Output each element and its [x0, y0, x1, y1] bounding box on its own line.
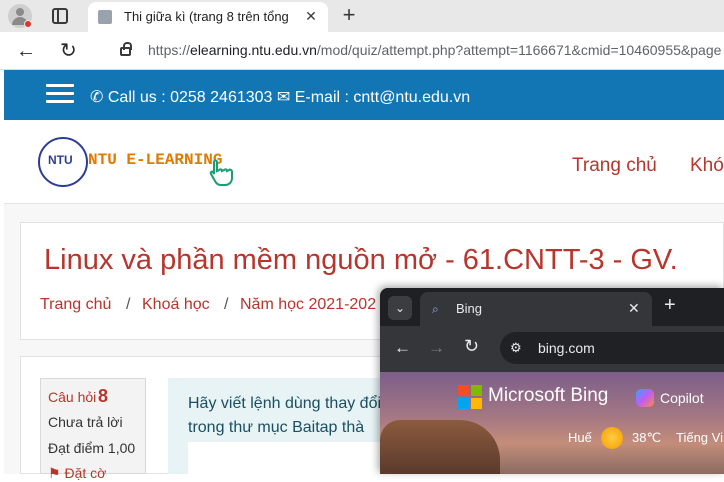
menu-hamburger-icon[interactable] [46, 84, 74, 104]
forward-arrow-icon[interactable]: → [428, 338, 445, 358]
phone-icon: ✆ [90, 89, 108, 106]
reload-icon[interactable]: ↻ [60, 38, 77, 63]
breadcrumb-home[interactable]: Trang chủ [40, 296, 111, 314]
answer-input[interactable] [188, 442, 388, 474]
close-tab-icon[interactable]: ✕ [302, 7, 320, 25]
breadcrumb-separator: / [126, 296, 131, 313]
breadcrumb-separator: / [224, 296, 229, 313]
logo-caption[interactable]: NTU E-LEARNING [88, 151, 222, 169]
breadcrumb-year[interactable]: Năm học 2021-202 [240, 296, 380, 314]
profile-avatar-icon[interactable] [8, 4, 32, 28]
chrome-toolbar: ← → ↻ ⚙ bing.com [380, 326, 724, 372]
question-state: Chưa trả lời [48, 414, 123, 430]
question-grade: Đạt điểm 1,00 [48, 440, 136, 456]
browser-toolbar: ← ↻ https://elearning.ntu.edu.vn/mod/qui… [0, 32, 724, 70]
favicon-icon [98, 10, 112, 24]
logo-initials: NTU [48, 153, 73, 167]
rock-formation-image [380, 420, 500, 474]
reload-icon[interactable]: ↻ [464, 336, 479, 357]
new-tab-button[interactable]: + [664, 294, 676, 317]
address-bar[interactable]: https://elearning.ntu.edu.vn/mod/quiz/at… [148, 42, 724, 58]
pointing-hand-icon [209, 159, 233, 186]
url-scheme: https:// [148, 42, 191, 58]
copilot-link[interactable]: Copilot [660, 390, 704, 406]
url-domain: elearning.ntu.edu.vn [190, 42, 317, 58]
language-link[interactable]: Tiếng Vi [676, 430, 723, 445]
bing-brand[interactable]: Microsoft Bing [488, 385, 608, 407]
microsoft-logo-icon[interactable] [458, 385, 482, 409]
flag-icon: ⚑ [48, 465, 65, 481]
weather-city[interactable]: Huế [568, 430, 592, 445]
course-title: Linux và phần mềm nguồn mở - 61.CNTT-3 -… [44, 244, 678, 276]
chrome-window: ⌄ ⌕ Bing ✕ + ← → ↻ ⚙ bing.com [380, 288, 724, 474]
tab-actions-icon[interactable] [52, 8, 68, 24]
tab-title: Thi giữa kì (trang 8 trên tổng số 3 [124, 9, 292, 24]
weather-temperature[interactable]: 38℃ [632, 430, 661, 446]
search-icon: ⌕ [432, 302, 439, 316]
nav-link-courses[interactable]: Khó [690, 155, 724, 177]
nav-link-home[interactable]: Trang chủ [572, 155, 657, 177]
chrome-tab-bing[interactable]: ⌕ Bing ✕ [420, 292, 652, 326]
chrome-tab-strip: ⌄ ⌕ Bing ✕ + [380, 288, 724, 326]
contact-text: Call us : 0258 2461303 ✉ E-mail : cntt@n… [107, 89, 471, 106]
lock-icon[interactable] [120, 42, 132, 56]
browser-tab-strip: Thi giữa kì (trang 8 trên tổng số 3 ✕ + [0, 0, 724, 32]
question-number-label: Câu hỏi [48, 389, 97, 405]
copilot-icon[interactable] [636, 389, 654, 407]
tab-search-chevron-icon[interactable]: ⌄ [388, 296, 412, 320]
browser-tab-quiz[interactable]: Thi giữa kì (trang 8 trên tổng số 3 ✕ [88, 2, 328, 32]
chrome-tab-title: Bing [456, 301, 483, 316]
back-arrow-icon[interactable]: ← [394, 338, 411, 358]
sun-icon [601, 427, 623, 449]
question-text: Hãy viết lệnh dùng thay đổi trong thư mụ… [188, 395, 382, 436]
back-arrow-icon[interactable]: ← [16, 40, 36, 63]
contact-info: ✆ Call us : 0258 2461303 ✉ E-mail : cntt… [90, 87, 470, 107]
chrome-omnibox[interactable] [500, 332, 724, 364]
url-path: /mod/quiz/attempt.php?attempt=1166671&cm… [316, 42, 722, 58]
breadcrumb-courses[interactable]: Khoá học [142, 296, 210, 314]
question-number: 8 [98, 386, 109, 406]
chrome-url[interactable]: bing.com [538, 340, 595, 356]
site-settings-icon[interactable]: ⚙ [510, 340, 522, 356]
flag-label: Đặt cờ [64, 465, 107, 481]
close-tab-icon[interactable]: ✕ [628, 300, 640, 317]
new-tab-button[interactable]: + [338, 4, 360, 26]
